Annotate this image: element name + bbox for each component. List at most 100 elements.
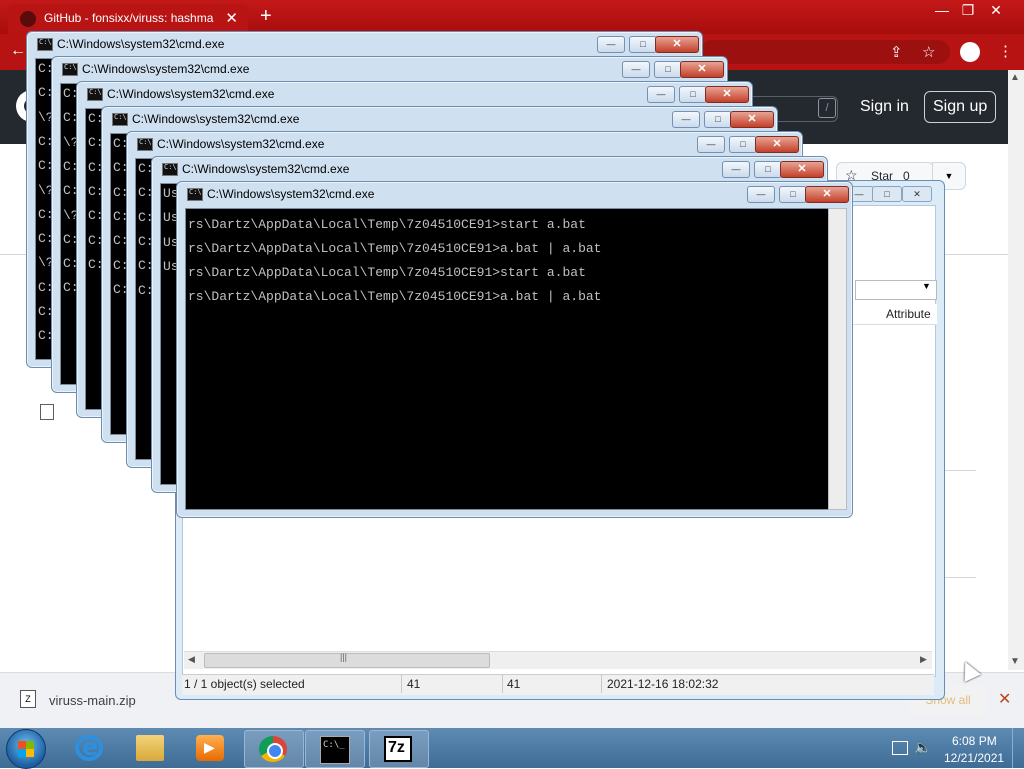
clock-date[interactable]: 12/21/2021 bbox=[944, 751, 1004, 765]
cmd-window-icon[interactable] bbox=[37, 38, 53, 51]
cmd-close-button[interactable]: ✕ bbox=[780, 161, 824, 178]
tab-close-icon[interactable]: ✕ bbox=[225, 9, 238, 27]
console-line: rs\Dartz\AppData\Local\Temp\7z04510CE91>… bbox=[188, 217, 586, 232]
cmd-title-bar[interactable]: C:\Windows\system32\cmd.exe —□✕ bbox=[177, 182, 852, 206]
taskbar-command-prompt[interactable] bbox=[305, 730, 365, 768]
cmd-title-bar[interactable]: C:\Windows\system32\cmd.exe —□✕ bbox=[77, 82, 752, 106]
cmd-minimize-button[interactable]: — bbox=[747, 186, 775, 203]
cmd-maximize-button[interactable]: □ bbox=[754, 161, 782, 178]
cmd-minimize-button[interactable]: — bbox=[722, 161, 750, 178]
cmd-title-bar[interactable]: C:\Windows\system32\cmd.exe —□✕ bbox=[127, 132, 802, 156]
bookmark-star-icon[interactable]: ☆ bbox=[922, 43, 935, 61]
cmd-console-output[interactable]: rs\Dartz\AppData\Local\Temp\7z04510CE91>… bbox=[185, 208, 829, 510]
cmd-window-icon[interactable] bbox=[137, 138, 153, 151]
cmd-maximize-button[interactable]: □ bbox=[729, 136, 757, 153]
browser-minimize-button[interactable]: — bbox=[928, 0, 956, 20]
cmd-minimize-button[interactable]: — bbox=[597, 36, 625, 53]
7zip-icon bbox=[384, 736, 412, 762]
cmd-title-bar[interactable]: C:\Windows\system32\cmd.exe —□✕ bbox=[52, 57, 727, 81]
cmd-close-button[interactable]: ✕ bbox=[805, 186, 849, 203]
dropdown-arrow-icon[interactable]: ▼ bbox=[922, 281, 931, 291]
cmd-window[interactable]: C:\Windows\system32\cmd.exe —□✕ rs\Dartz\A… bbox=[176, 181, 853, 518]
cmd-title-bar[interactable]: C:\Windows\system32\cmd.exe —□✕ bbox=[102, 107, 777, 131]
profile-avatar-icon[interactable] bbox=[960, 42, 980, 62]
download-bar-close-icon[interactable]: ✕ bbox=[998, 689, 1011, 709]
cmd-close-button[interactable]: ✕ bbox=[655, 36, 699, 53]
cmd-window-icon[interactable] bbox=[62, 63, 78, 76]
back-button[interactable]: ← bbox=[10, 42, 26, 60]
new-tab-button[interactable]: + bbox=[260, 5, 272, 28]
command-prompt-icon bbox=[320, 736, 350, 764]
cmd-window-title: C:\Windows\system32\cmd.exe bbox=[132, 112, 300, 126]
volume-icon[interactable]: 🔈 bbox=[914, 739, 931, 756]
cmd-maximize-button[interactable]: □ bbox=[704, 111, 732, 128]
media-player-icon bbox=[196, 735, 224, 761]
scroll-down-icon[interactable]: ▼ bbox=[1010, 656, 1020, 667]
cmd-minimize-button[interactable]: — bbox=[672, 111, 700, 128]
taskbar-google-chrome[interactable] bbox=[244, 730, 304, 768]
cmd-vertical-scrollbar[interactable] bbox=[828, 208, 847, 510]
file-icon bbox=[40, 404, 54, 420]
taskbar-internet-explorer[interactable] bbox=[61, 730, 119, 766]
console-line: rs\Dartz\AppData\Local\Temp\7z04510CE91>… bbox=[188, 265, 586, 280]
folder-icon bbox=[136, 735, 164, 761]
zip-file-icon: Z bbox=[20, 690, 36, 708]
divider bbox=[940, 470, 976, 471]
browser-close-button[interactable]: ✕ bbox=[982, 0, 1010, 20]
console-line: rs\Dartz\AppData\Local\Temp\7z04510CE91>… bbox=[188, 241, 602, 256]
status-modified: 2021-12-16 18:02:32 bbox=[607, 677, 719, 691]
cmd-title-bar[interactable]: C:\Windows\system32\cmd.exe —□✕ bbox=[27, 32, 702, 56]
scroll-left-icon[interactable]: ◀ bbox=[188, 654, 195, 665]
clock-time[interactable]: 6:08 PM bbox=[952, 734, 997, 748]
show-desktop-button[interactable] bbox=[1012, 728, 1024, 768]
scroll-right-icon[interactable]: ▶ bbox=[920, 654, 927, 665]
status-selection: 1 / 1 object(s) selected bbox=[184, 677, 305, 691]
7zip-close-button[interactable]: ✕ bbox=[902, 186, 932, 202]
7zip-maximize-button[interactable]: □ bbox=[872, 186, 902, 202]
cmd-maximize-button[interactable]: □ bbox=[779, 186, 807, 203]
status-size: 41 bbox=[407, 677, 421, 691]
sign-in-link[interactable]: Sign in bbox=[860, 98, 909, 116]
windows-logo-icon bbox=[18, 741, 34, 757]
network-icon[interactable] bbox=[892, 741, 908, 755]
cmd-window-title: C:\Windows\system32\cmd.exe bbox=[207, 187, 375, 201]
divider bbox=[940, 577, 976, 578]
cmd-close-button[interactable]: ✕ bbox=[680, 61, 724, 78]
cmd-window-icon[interactable] bbox=[112, 113, 128, 126]
scroll-up-icon[interactable]: ▲ bbox=[1010, 72, 1020, 83]
cmd-window-icon[interactable] bbox=[87, 88, 103, 101]
status-separator bbox=[401, 675, 402, 693]
cmd-maximize-button[interactable]: □ bbox=[629, 36, 657, 53]
cmd-maximize-button[interactable]: □ bbox=[654, 61, 682, 78]
cmd-minimize-button[interactable]: — bbox=[647, 86, 675, 103]
download-file-name[interactable]: viruss-main.zip bbox=[49, 693, 136, 708]
cmd-minimize-button[interactable]: — bbox=[697, 136, 725, 153]
browser-tab-github[interactable]: GitHub - fonsixx/viruss: hashma ✕ bbox=[8, 4, 248, 34]
console-line: rs\Dartz\AppData\Local\Temp\7z04510CE91>… bbox=[188, 289, 602, 304]
cmd-close-button[interactable]: ✕ bbox=[755, 136, 799, 153]
taskbar-7zip[interactable] bbox=[369, 730, 429, 768]
cmd-window-title: C:\Windows\system32\cmd.exe bbox=[182, 162, 350, 176]
taskbar-media-player[interactable] bbox=[182, 730, 240, 766]
share-icon[interactable]: ⇪ bbox=[890, 43, 903, 61]
cmd-window-icon[interactable] bbox=[162, 163, 178, 176]
github-favicon-icon bbox=[20, 11, 36, 27]
taskbar-windows-explorer[interactable] bbox=[122, 730, 180, 766]
cmd-window-title: C:\Windows\system32\cmd.exe bbox=[107, 87, 275, 101]
status-separator bbox=[601, 675, 602, 693]
cmd-close-button[interactable]: ✕ bbox=[705, 86, 749, 103]
browser-restore-button[interactable]: ❐ bbox=[954, 0, 982, 20]
menu-kebab-icon[interactable]: ⋮ bbox=[998, 42, 1013, 60]
cmd-title-bar[interactable]: C:\Windows\system32\cmd.exe —□✕ bbox=[152, 157, 827, 181]
internet-explorer-icon bbox=[75, 733, 103, 761]
cmd-window-title: C:\Windows\system32\cmd.exe bbox=[157, 137, 325, 151]
cmd-close-button[interactable]: ✕ bbox=[730, 111, 774, 128]
cmd-minimize-button[interactable]: — bbox=[622, 61, 650, 78]
start-button[interactable] bbox=[6, 729, 46, 769]
cmd-maximize-button[interactable]: □ bbox=[679, 86, 707, 103]
page-scrollbar[interactable] bbox=[1008, 70, 1024, 670]
sign-up-button[interactable]: Sign up bbox=[924, 91, 997, 123]
address-bar[interactable] bbox=[700, 40, 950, 64]
cmd-window-icon[interactable] bbox=[187, 188, 203, 201]
cmd-window-title: C:\Windows\system32\cmd.exe bbox=[57, 37, 225, 51]
